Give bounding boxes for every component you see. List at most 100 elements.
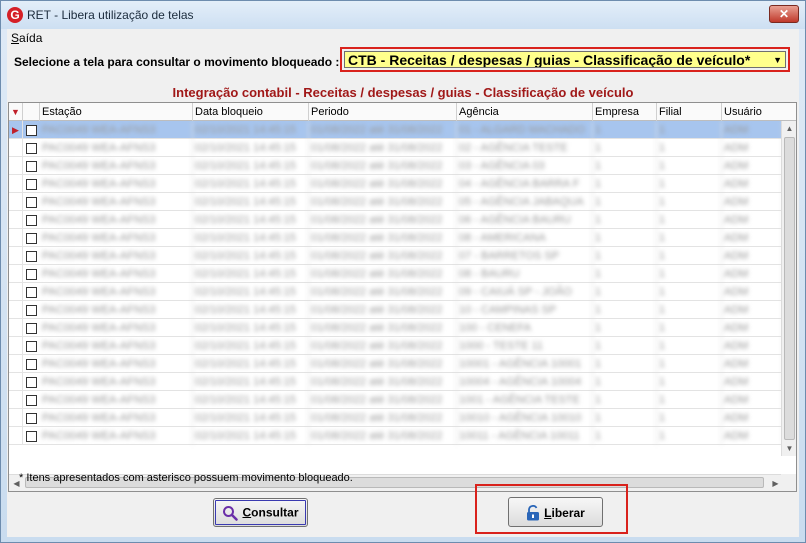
liberar-label: Liberar xyxy=(544,506,585,520)
column-header-empresa[interactable]: Empresa xyxy=(593,103,657,121)
vertical-scroll-thumb[interactable] xyxy=(784,137,795,440)
cell-data-bloqueio: 02/10/2021 14:45:15 xyxy=(193,409,309,427)
cell-estacao: PAC0049 WEA-AFNS3 xyxy=(40,337,193,355)
row-checkbox[interactable] xyxy=(26,161,37,172)
row-checkbox[interactable] xyxy=(26,197,37,208)
row-indicator xyxy=(9,319,23,337)
row-checkbox[interactable] xyxy=(26,143,37,154)
row-checkbox[interactable] xyxy=(26,305,37,316)
table-row[interactable]: PAC0049 WEA-AFNS3 02/10/2021 14:45:15 01/0… xyxy=(9,283,783,301)
header-check-column[interactable] xyxy=(23,103,40,121)
row-checkbox[interactable] xyxy=(26,233,37,244)
table-row[interactable]: ▶ PAC0049 WEA-AFNS3 02/10/2021 14:45:15 01/… xyxy=(9,121,783,139)
cell-estacao: PAC0049 WEA-AFNS3 xyxy=(40,265,193,283)
table-row[interactable]: PAC0049 WEA-AFNS3 02/10/2021 14:45:15 01/0… xyxy=(9,193,783,211)
table-row[interactable]: PAC0049 WEA-AFNS3 02/10/2021 14:45:15 01/0… xyxy=(9,373,783,391)
column-header-estacao[interactable]: Estação xyxy=(40,103,193,121)
cell-filial: 1 xyxy=(657,121,722,139)
table-row[interactable]: PAC0049 WEA-AFNS3 02/10/2021 14:45:15 01/0… xyxy=(9,265,783,283)
cell-agencia: 06 - AGÊNCIA BAURU xyxy=(457,211,593,229)
cell-data-bloqueio: 02/10/2021 14:45:15 xyxy=(193,265,309,283)
table-row[interactable]: PAC0049 WEA-AFNS3 02/10/2021 14:45:15 01/0… xyxy=(9,355,783,373)
cell-estacao: PAC0049 WEA-AFNS3 xyxy=(40,301,193,319)
row-checkbox[interactable] xyxy=(26,251,37,262)
table-row[interactable]: PAC0049 WEA-AFNS3 02/10/2021 14:45:15 01/0… xyxy=(9,157,783,175)
cell-periodo: 01/08/2022 até 31/08/2022 xyxy=(309,247,457,265)
table-row[interactable]: PAC0049 WEA-AFNS3 02/10/2021 14:45:15 01/0… xyxy=(9,409,783,427)
title-bar: G RET - Libera utilização de telas ✕ xyxy=(1,1,805,29)
screen-select-value: CTB - Receitas / despesas / guias - Clas… xyxy=(348,52,751,68)
cell-empresa: 1 xyxy=(593,157,657,175)
row-checkbox[interactable] xyxy=(26,287,37,298)
column-header-agencia[interactable]: Agência xyxy=(457,103,593,121)
window-title: RET - Libera utilização de telas xyxy=(27,8,194,22)
table-row[interactable]: PAC0049 WEA-AFNS3 02/10/2021 14:45:15 01/0… xyxy=(9,427,783,445)
column-header-filial[interactable]: Filial xyxy=(657,103,722,121)
client-area: Saída Selecione a tela para consultar o … xyxy=(7,29,799,537)
cell-empresa: 1 xyxy=(593,409,657,427)
cell-data-bloqueio: 02/10/2021 14:45:15 xyxy=(193,319,309,337)
cell-data-bloqueio: 02/10/2021 14:45:15 xyxy=(193,355,309,373)
row-checkbox[interactable] xyxy=(26,359,37,370)
consultar-button[interactable]: Consultar xyxy=(213,498,308,527)
cell-data-bloqueio: 02/10/2021 14:45:15 xyxy=(193,157,309,175)
column-header-data-bloqueio[interactable]: Data bloqueio xyxy=(193,103,309,121)
scroll-down-icon[interactable]: ▼ xyxy=(782,441,796,456)
table-row[interactable]: PAC0049 WEA-AFNS3 02/10/2021 14:45:15 01/0… xyxy=(9,229,783,247)
row-checkbox[interactable] xyxy=(26,215,37,226)
cell-estacao: PAC0049 WEA-AFNS3 xyxy=(40,355,193,373)
cell-estacao: PAC0049 WEA-AFNS3 xyxy=(40,175,193,193)
cell-estacao: PAC0049 WEA-AFNS3 xyxy=(40,427,193,445)
cell-periodo: 01/08/2022 até 31/08/2022 xyxy=(309,175,457,193)
table-row[interactable]: PAC0049 WEA-AFNS3 02/10/2021 14:45:15 01/0… xyxy=(9,139,783,157)
vertical-scrollbar[interactable]: ▲ ▼ xyxy=(781,121,796,456)
cell-empresa: 1 xyxy=(593,229,657,247)
menu-item-saida-mnemonic: S xyxy=(11,31,20,45)
app-logo-icon: G xyxy=(7,7,23,23)
table-row[interactable]: PAC0049 WEA-AFNS3 02/10/2021 14:45:15 01/0… xyxy=(9,319,783,337)
cell-filial: 1 xyxy=(657,229,722,247)
column-header-periodo[interactable]: Periodo xyxy=(309,103,457,121)
filter-arrow-icon[interactable]: ▼ xyxy=(9,103,23,121)
table-row[interactable]: PAC0049 WEA-AFNS3 02/10/2021 14:45:15 01/0… xyxy=(9,337,783,355)
cell-estacao: PAC0049 WEA-AFNS3 xyxy=(40,139,193,157)
row-checkbox[interactable] xyxy=(26,431,37,442)
cell-empresa: 1 xyxy=(593,337,657,355)
cell-periodo: 01/08/2022 até 31/08/2022 xyxy=(309,301,457,319)
cell-usuario: ADM xyxy=(722,265,783,283)
cell-empresa: 1 xyxy=(593,211,657,229)
row-checkbox[interactable] xyxy=(26,323,37,334)
liberar-button[interactable]: Liberar xyxy=(508,497,603,527)
cell-filial: 1 xyxy=(657,373,722,391)
menu-item-saida[interactable]: Saída xyxy=(11,31,42,45)
row-indicator xyxy=(9,247,23,265)
table-row[interactable]: PAC0049 WEA-AFNS3 02/10/2021 14:45:15 01/0… xyxy=(9,211,783,229)
row-checkbox[interactable] xyxy=(26,395,37,406)
table-row[interactable]: PAC0049 WEA-AFNS3 02/10/2021 14:45:15 01/0… xyxy=(9,301,783,319)
cell-filial: 1 xyxy=(657,427,722,445)
dropdown-arrow-icon[interactable]: ▼ xyxy=(773,52,782,67)
row-checkbox[interactable] xyxy=(26,269,37,280)
cell-usuario: ADM xyxy=(722,409,783,427)
column-header-usuario[interactable]: Usuário xyxy=(722,103,796,121)
row-checkbox[interactable] xyxy=(26,413,37,424)
scroll-up-icon[interactable]: ▲ xyxy=(782,121,796,136)
screen-select-highlight: CTB - Receitas / despesas / guias - Clas… xyxy=(340,47,790,72)
table-row[interactable]: PAC0049 WEA-AFNS3 02/10/2021 14:45:15 01/0… xyxy=(9,391,783,409)
table-row[interactable]: PAC0049 WEA-AFNS3 02/10/2021 14:45:15 01/0… xyxy=(9,247,783,265)
cell-usuario: ADM xyxy=(722,175,783,193)
close-button[interactable]: ✕ xyxy=(769,5,799,23)
cell-usuario: ADM xyxy=(722,193,783,211)
cell-usuario: ADM xyxy=(722,157,783,175)
cell-periodo: 01/08/2022 até 31/08/2022 xyxy=(309,121,457,139)
cell-filial: 1 xyxy=(657,391,722,409)
table-row[interactable]: PAC0049 WEA-AFNS3 02/10/2021 14:45:15 01/0… xyxy=(9,175,783,193)
row-checkbox[interactable] xyxy=(26,179,37,190)
cell-estacao: PAC0049 WEA-AFNS3 xyxy=(40,193,193,211)
screen-select[interactable]: CTB - Receitas / despesas / guias - Clas… xyxy=(344,51,786,68)
consultar-mnemonic: C xyxy=(242,505,252,520)
cell-filial: 1 xyxy=(657,319,722,337)
row-checkbox[interactable] xyxy=(26,341,37,352)
row-checkbox[interactable] xyxy=(26,377,37,388)
row-checkbox[interactable] xyxy=(26,125,37,136)
